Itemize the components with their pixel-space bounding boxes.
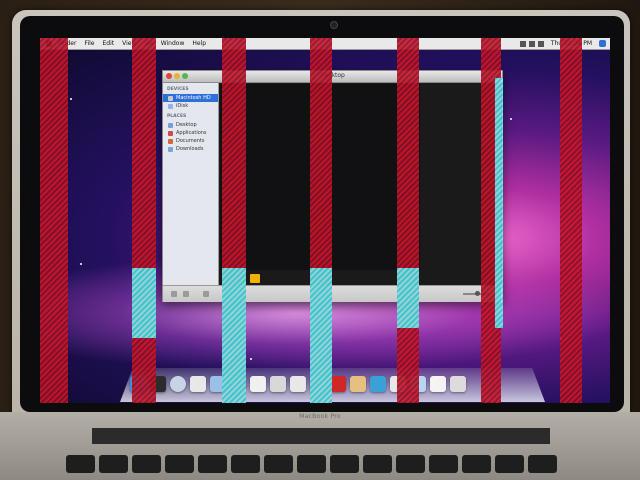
sidebar-item-applications[interactable]: Applications [163, 129, 218, 137]
key[interactable] [264, 455, 293, 473]
glitch-stripe-red [40, 38, 68, 403]
finder-content [219, 83, 502, 285]
menu-window[interactable]: Window [157, 40, 189, 47]
sidebar-item-label: iDisk [176, 103, 189, 109]
file-icon[interactable] [250, 274, 260, 283]
key[interactable] [330, 455, 359, 473]
hard-drive-icon [168, 95, 173, 101]
key[interactable] [297, 455, 326, 473]
laptop-hinge [92, 428, 550, 444]
textedit-icon[interactable] [350, 376, 366, 392]
view-toggle-icon[interactable] [203, 291, 209, 297]
glitch-stripe-cyan [132, 268, 156, 338]
slider-knob[interactable] [475, 291, 480, 296]
star [510, 118, 512, 120]
key[interactable] [429, 455, 458, 473]
finder-sidebar: DEVICES Macintosh HD iDisk PLACES Deskto… [163, 83, 219, 285]
sidebar-item-label: Macintosh HD [176, 95, 211, 101]
glitch-stripe-red [560, 38, 582, 403]
idisk-icon [168, 103, 173, 109]
sidebar-item-idisk[interactable]: iDisk [163, 102, 218, 110]
key[interactable] [66, 455, 95, 473]
sidebar-item-label: Downloads [176, 146, 204, 152]
key[interactable] [231, 455, 260, 473]
sidebar-item-label: Documents [176, 138, 205, 144]
downloads-icon [168, 146, 173, 152]
dock [130, 368, 535, 392]
window-titlebar[interactable]: Desktop [163, 71, 502, 83]
spotlight-search-icon[interactable] [599, 40, 606, 47]
key[interactable] [363, 455, 392, 473]
photo-icon[interactable] [250, 376, 266, 392]
glitch-stripe-cyan [495, 78, 503, 328]
devices-header: DEVICES [167, 87, 189, 92]
safari-icon[interactable] [170, 376, 186, 392]
places-header: PLACES [167, 114, 187, 119]
add-icon[interactable] [171, 291, 177, 297]
key[interactable] [462, 455, 491, 473]
documents-icon [168, 138, 173, 144]
glitch-stripe-cyan [310, 268, 332, 403]
glitch-stripe-red [132, 38, 156, 403]
glitch-stripe-cyan [222, 268, 246, 403]
terminal-icon[interactable] [370, 376, 386, 392]
trash-icon[interactable] [450, 376, 466, 392]
battery-icon[interactable] [537, 40, 544, 47]
key[interactable] [132, 455, 161, 473]
spaces-icon[interactable] [330, 376, 346, 392]
ichat-icon[interactable] [190, 376, 206, 392]
window-title: Desktop [320, 72, 345, 79]
menu-edit[interactable]: Edit [99, 40, 119, 47]
applications-icon [168, 130, 173, 136]
keyboard [66, 455, 606, 473]
camera-icon [331, 22, 337, 28]
star [250, 358, 252, 360]
screen: Finder File Edit View Go Window Help Thu… [40, 38, 610, 403]
finder-window: Desktop DEVICES Macintosh HD iDisk PLACE… [162, 70, 503, 302]
sidebar-item-label: Applications [176, 130, 207, 136]
action-gear-icon[interactable] [183, 291, 189, 297]
document-icon[interactable] [430, 376, 446, 392]
glitch-stripe-red [397, 38, 419, 403]
preview-icon[interactable] [270, 376, 286, 392]
key[interactable] [99, 455, 128, 473]
laptop-brand: MacBook Pro [299, 413, 341, 420]
wifi-icon[interactable] [519, 40, 526, 47]
sidebar-item-macintosh-hd[interactable]: Macintosh HD [163, 94, 218, 102]
calendar-icon[interactable] [290, 376, 306, 392]
key[interactable] [198, 455, 227, 473]
menu-help[interactable]: Help [188, 40, 210, 47]
glitch-stripe-cyan [397, 268, 419, 328]
key[interactable] [396, 455, 425, 473]
key[interactable] [528, 455, 557, 473]
key[interactable] [165, 455, 194, 473]
sidebar-item-label: Desktop [176, 122, 197, 128]
star [70, 98, 72, 100]
menu-file[interactable]: File [80, 40, 98, 47]
desktop-icon [168, 122, 173, 128]
sidebar-item-downloads[interactable]: Downloads [163, 145, 218, 153]
key[interactable] [495, 455, 524, 473]
volume-icon[interactable] [528, 40, 535, 47]
window-statusbar [163, 285, 502, 302]
star [80, 263, 82, 265]
sidebar-item-desktop[interactable]: Desktop [163, 121, 218, 129]
sidebar-item-documents[interactable]: Documents [163, 137, 218, 145]
